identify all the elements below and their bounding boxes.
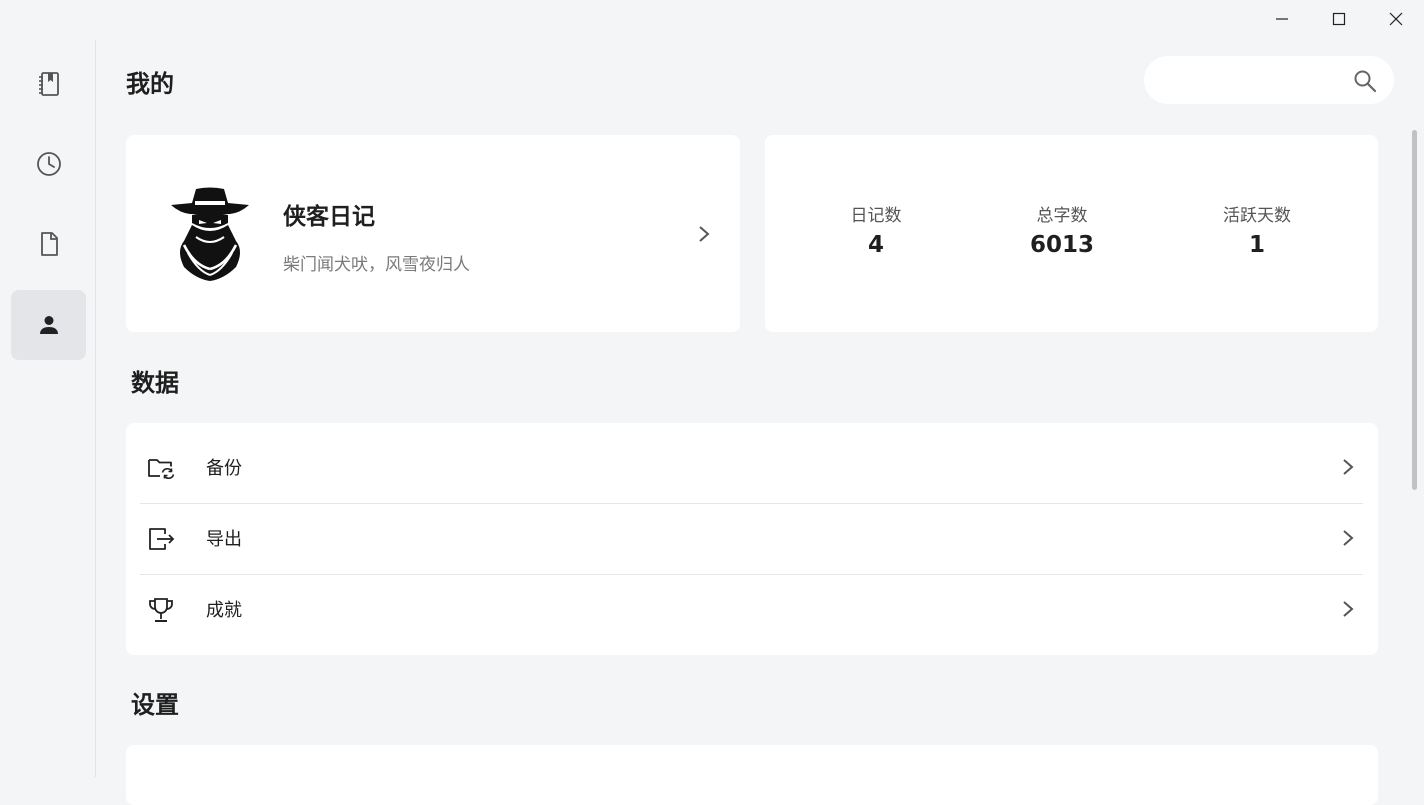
export-icon (149, 528, 175, 550)
trophy-icon (149, 598, 173, 622)
sidebar-item-diary[interactable] (11, 49, 86, 119)
stat-label: 总字数 (1036, 206, 1088, 226)
chevron-right-icon (1343, 601, 1354, 617)
stat-value: 4 (867, 232, 884, 258)
profile-motto: 柴门闻犬吠，风雪夜归人 (283, 255, 470, 275)
stat-label: 日记数 (850, 206, 902, 226)
profile-name: 侠客日记 (283, 204, 375, 230)
stat-value: 6013 (1029, 232, 1094, 258)
stat-word-count: 总字数 6013 (982, 201, 1142, 258)
stat-active-days: 活跃天数 1 (1177, 201, 1337, 258)
chevron-right-icon (1343, 530, 1354, 546)
stat-label: 活跃天数 (1223, 206, 1291, 226)
list-item-label: 导出 (206, 529, 242, 550)
scrollbar[interactable] (1412, 130, 1417, 490)
list-item-achievement[interactable]: 成就 (140, 574, 1363, 645)
list-item-export[interactable]: 导出 (140, 503, 1363, 575)
close-icon (1389, 12, 1402, 26)
settings-list (126, 745, 1378, 805)
list-item-label: 成就 (206, 600, 242, 621)
stat-value: 1 (1248, 232, 1265, 258)
sidebar-item-history[interactable] (11, 129, 86, 199)
data-section-title: 数据 (131, 369, 179, 397)
document-icon (40, 232, 58, 256)
maximize-icon (1332, 12, 1345, 26)
profile-card[interactable]: 侠客日记 柴门闻犬吠，风雪夜归人 (126, 135, 740, 332)
minimize-icon (1275, 18, 1288, 20)
search-input[interactable] (1164, 56, 1348, 106)
settings-section-title: 设置 (131, 691, 179, 719)
close-button[interactable] (1367, 0, 1424, 38)
maximize-button[interactable] (1310, 0, 1367, 38)
list-item-label: 备份 (206, 458, 242, 479)
folder-sync-icon (148, 459, 175, 480)
search-icon[interactable] (1352, 68, 1378, 94)
chevron-right-icon (1343, 459, 1354, 475)
person-icon (39, 316, 58, 334)
list-item-backup[interactable]: 备份 (140, 432, 1363, 504)
minimize-button[interactable] (1253, 0, 1310, 38)
notebook-icon (38, 72, 59, 96)
chevron-right-icon (699, 226, 710, 242)
stat-diary-count: 日记数 4 (796, 201, 956, 258)
sidebar-item-mine[interactable] (11, 290, 86, 360)
swordsman-avatar (171, 187, 249, 281)
sidebar (0, 40, 96, 777)
search-box[interactable] (1144, 56, 1394, 106)
sidebar-item-document[interactable] (11, 209, 86, 279)
clock-icon (36, 152, 61, 176)
stats-card: 日记数 4 总字数 6013 活跃天数 1 (765, 135, 1378, 332)
page-title: 我的 (126, 70, 174, 98)
window-controls (1253, 0, 1424, 38)
data-list: 备份 导出 成就 (126, 423, 1378, 655)
